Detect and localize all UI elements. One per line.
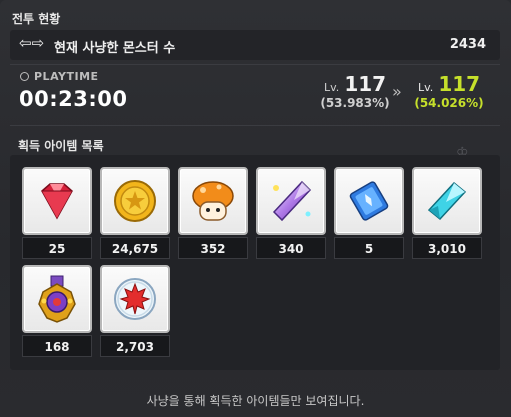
- blue-scroll-icon: [334, 167, 404, 235]
- item-count: 3,010: [412, 237, 482, 259]
- item-count: 24,675: [100, 237, 170, 259]
- panel-title: 전투 현황: [12, 12, 61, 26]
- level-after-percent: (54.026%): [414, 96, 484, 110]
- clock-icon: [20, 72, 29, 81]
- level-after-prefix: Lv.: [417, 81, 434, 94]
- item-slot[interactable]: 25: [22, 167, 92, 259]
- item-slot[interactable]: 340: [256, 167, 326, 259]
- level-after: Lv. 117 (54.026%): [414, 72, 484, 110]
- level-before-percent: (53.983%): [320, 96, 390, 110]
- level-after-number: 117: [438, 72, 481, 96]
- item-slot[interactable]: 5: [334, 167, 404, 259]
- level-before-prefix: Lv.: [323, 81, 340, 94]
- playtime-value: 00:23:00: [19, 87, 128, 111]
- item-slot[interactable]: 24,675: [100, 167, 170, 259]
- item-count: 340: [256, 237, 326, 259]
- item-slot[interactable]: 3,010: [412, 167, 482, 259]
- kill-count-value: 2434: [449, 37, 486, 52]
- arrows-icon: ⇦⇨: [19, 34, 45, 52]
- items-title: 획득 아이템 목록: [18, 139, 104, 153]
- cyan-crystal-icon: [412, 167, 482, 235]
- red-gem-icon: [22, 167, 92, 235]
- item-count: 5: [334, 237, 404, 259]
- item-slot[interactable]: 352: [178, 167, 248, 259]
- level-before: Lv. 117 (53.983%): [320, 72, 390, 110]
- level-before-number: 117: [344, 72, 387, 96]
- footer-note: 사냥을 통해 획득한 아이템들만 보여집니다.: [146, 394, 365, 408]
- item-count: 352: [178, 237, 248, 259]
- maple-leaf-orb-icon: [100, 265, 170, 333]
- divider: [10, 125, 500, 126]
- item-slot[interactable]: 168: [22, 265, 92, 357]
- double-chevron-right-icon: »: [392, 82, 402, 101]
- item-slot[interactable]: 2,703: [100, 265, 170, 357]
- playtime-label-row: PLAYTIME: [20, 70, 99, 83]
- battle-status-panel: 전투 현황 ⇦⇨ 현재 사냥한 몬스터 수 2434 PLAYTIME 00:2…: [0, 0, 511, 417]
- prism-crystal-icon: [256, 167, 326, 235]
- kill-count-row: ⇦⇨ 현재 사냥한 몬스터 수 2434: [10, 30, 500, 60]
- divider: [10, 64, 500, 65]
- item-count: 25: [22, 237, 92, 259]
- item-count: 168: [22, 335, 92, 357]
- orange-mushroom-icon: [178, 167, 248, 235]
- kill-count-label: 현재 사냥한 몬스터 수: [54, 41, 176, 56]
- gold-medal-icon: [22, 265, 92, 333]
- gold-coin-icon: [100, 167, 170, 235]
- item-count: 2,703: [100, 335, 170, 357]
- playtime-label: PLAYTIME: [34, 70, 99, 83]
